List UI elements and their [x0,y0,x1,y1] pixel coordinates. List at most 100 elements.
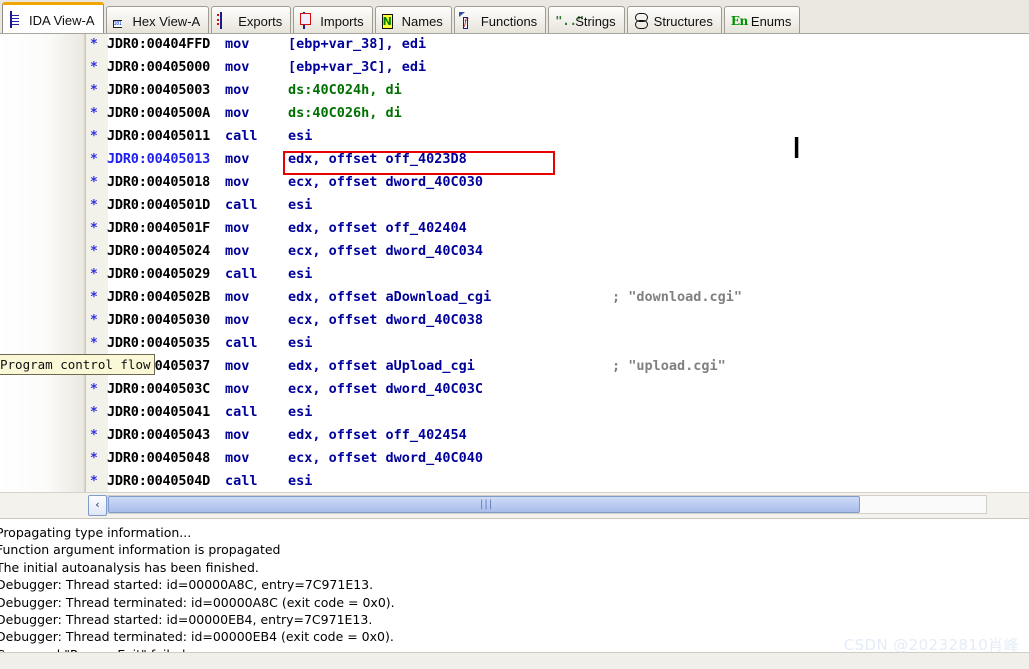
disassembly-view[interactable]: * JDR0:00404FFD mov [ebp+var_38], edi * JDR0:… [0,34,1029,492]
names-icon: N [381,13,393,29]
tab-exports[interactable]: Exports [211,6,292,33]
output-line[interactable]: Debugger: Thread started: id=00000A8C, e… [0,576,373,593]
line-address: JDR0:00405011 [107,128,211,144]
line-mnemonic: call [225,335,258,351]
breakpoint-marker-icon: * [90,336,98,351]
line-address: JDR0:0040504D [107,473,211,489]
disassembly-line[interactable]: * JDR0:0040501F mov edx, offset off_402404 [0,217,1029,240]
disassembly-line[interactable]: * JDR0:00405003 mov ds:40C024h, di [0,79,1029,102]
breakpoint-marker-icon: * [90,37,98,52]
tab-label: Functions [480,13,538,29]
disassembly-line[interactable]: * JDR0:0040504D call esi [0,470,1029,492]
line-address: JDR0:00405003 [107,82,211,98]
line-operands: edx, offset off_4023D8 [288,151,467,167]
tab-enums[interactable]: En Enums [723,6,801,33]
line-comment: ; "download.cgi" [612,289,743,305]
line-operands: ecx, offset dword_40C034 [288,243,484,259]
line-address: JDR0:00405035 [107,335,211,351]
breakpoint-marker-icon: * [90,267,98,282]
ida-view-icon [9,10,24,28]
disassembly-line[interactable]: * JDR0:00405035 call esi [0,332,1029,355]
line-operands: esi [288,197,313,213]
tab-imports[interactable]: Imports [293,6,373,33]
output-line[interactable]: The initial autoanalysis has been finish… [0,559,259,576]
scrollbar-track[interactable]: ||| [107,495,987,514]
line-address: JDR0:00404FFD [107,36,211,52]
output-line[interactable]: Debugger: Thread started: id=00000EB4, e… [0,611,372,628]
tab-structures[interactable]: Structures [626,6,722,33]
disassembly-line[interactable]: * JDR0:00405043 mov edx, offset off_402454 [0,424,1029,447]
line-mnemonic: call [225,197,258,213]
scroll-left-button[interactable]: ‹ [88,495,107,516]
disassembly-line[interactable]: * JDR0:0040502B mov edx, offset aDownload_c… [0,286,1029,309]
line-mnemonic: mov [225,220,250,236]
enums-icon: En [730,13,748,28]
output-line[interactable]: Debugger: Thread terminated: id=00000A8C… [0,594,395,611]
breakpoint-marker-icon: * [90,221,98,236]
disassembly-line[interactable]: * JDR0:00405018 mov ecx, offset dword_40C03… [0,171,1029,194]
disassembly-line[interactable]: * JDR0:0040500A mov ds:40C026h, di [0,102,1029,125]
disassembly-line[interactable]: * JDR0:00405000 mov [ebp+var_3C], edi [0,56,1029,79]
line-operands: edx, offset aDownload_cgi [288,289,492,305]
line-address: JDR0:00405013 [107,151,211,167]
disassembly-listing[interactable]: * JDR0:00404FFD mov [ebp+var_38], edi * JDR0:… [0,34,1029,492]
output-line[interactable]: Function argument information is propaga… [0,541,280,558]
disassembly-line[interactable]: * JDR0:00405041 call esi [0,401,1029,424]
disassembly-line[interactable]: * JDR0:00405029 call esi [0,263,1029,286]
tab-names[interactable]: N Names [374,6,452,33]
tab-label: IDA View-A [29,12,95,28]
disassembly-line[interactable]: * JDR0:0040501D call esi [0,194,1029,217]
tab-label: Structures [653,13,713,29]
output-window[interactable]: Propagating type information... Function … [0,518,1029,653]
output-line[interactable]: Debugger: Thread terminated: id=00000EB4… [0,628,394,645]
control-flow-tooltip: Program control flow [0,354,155,375]
breakpoint-marker-icon: * [90,198,98,213]
line-mnemonic: mov [225,151,250,167]
disassembly-line[interactable]: * JDR0:00405011 call esi [0,125,1029,148]
line-operands: edx, offset off_402454 [288,427,467,443]
line-mnemonic: mov [225,59,250,75]
line-mnemonic: mov [225,427,250,443]
breakpoint-marker-icon: * [90,129,98,144]
imports-icon [300,11,315,29]
line-operands: esi [288,335,313,351]
disassembly-line[interactable]: * JDR0:0040503C mov ecx, offset dword_40C03… [0,378,1029,401]
tab-label: Names [401,13,443,29]
tab-strings[interactable]: ".." Strings [548,6,625,33]
breakpoint-marker-icon: * [90,152,98,167]
line-mnemonic: mov [225,105,250,121]
line-mnemonic: mov [225,358,250,374]
disassembly-line[interactable]: * JDR0:00405024 mov ecx, offset dword_40C03… [0,240,1029,263]
line-address: JDR0:0040501F [107,220,211,236]
disassembly-line[interactable]: * JDR0:00405048 mov ecx, offset dword_40C04… [0,447,1029,470]
tab-label: Exports [238,13,283,29]
line-mnemonic: mov [225,174,250,190]
tab-functions[interactable]: f Functions [453,6,547,33]
line-operands: esi [288,404,313,420]
line-mnemonic: mov [225,312,250,328]
line-operands: esi [288,128,313,144]
disassembly-line[interactable]: * JDR0:00405013 mov edx, offset off_4023D8 [0,148,1029,171]
disassembly-line[interactable]: * JDR0:00405030 mov ecx, offset dword_40C03… [0,309,1029,332]
tab-hex-view-a[interactable]: 101011 Hex View-A [105,6,210,43]
breakpoint-marker-icon: * [90,106,98,121]
breakpoint-marker-icon: * [90,60,98,75]
breakpoint-marker-icon: * [90,405,98,420]
output-line[interactable]: Propagating type information... [0,524,191,541]
breakpoint-marker-icon: * [90,382,98,397]
line-mnemonic: mov [225,243,250,259]
line-mnemonic: call [225,473,258,489]
line-mnemonic: mov [225,82,250,98]
line-address: JDR0:0040502B [107,289,211,305]
line-address: JDR0:00405030 [107,312,211,328]
disassembly-horizontal-scrollbar[interactable]: ‹ ||| [0,492,1029,518]
hex-view-icon: 101011 [112,13,128,43]
disassembly-line[interactable]: * JDR0:00404FFD mov [ebp+var_38], edi [0,34,1029,56]
line-operands: ecx, offset dword_40C03C [288,381,484,397]
line-address: JDR0:00405048 [107,450,211,466]
line-mnemonic: mov [225,381,250,397]
tab-ida-view-a[interactable]: IDA View-A [2,2,104,33]
line-address: JDR0:0040501D [107,197,211,213]
scrollbar-thumb[interactable]: ||| [108,496,860,513]
tab-label: Hex View-A [132,13,201,29]
